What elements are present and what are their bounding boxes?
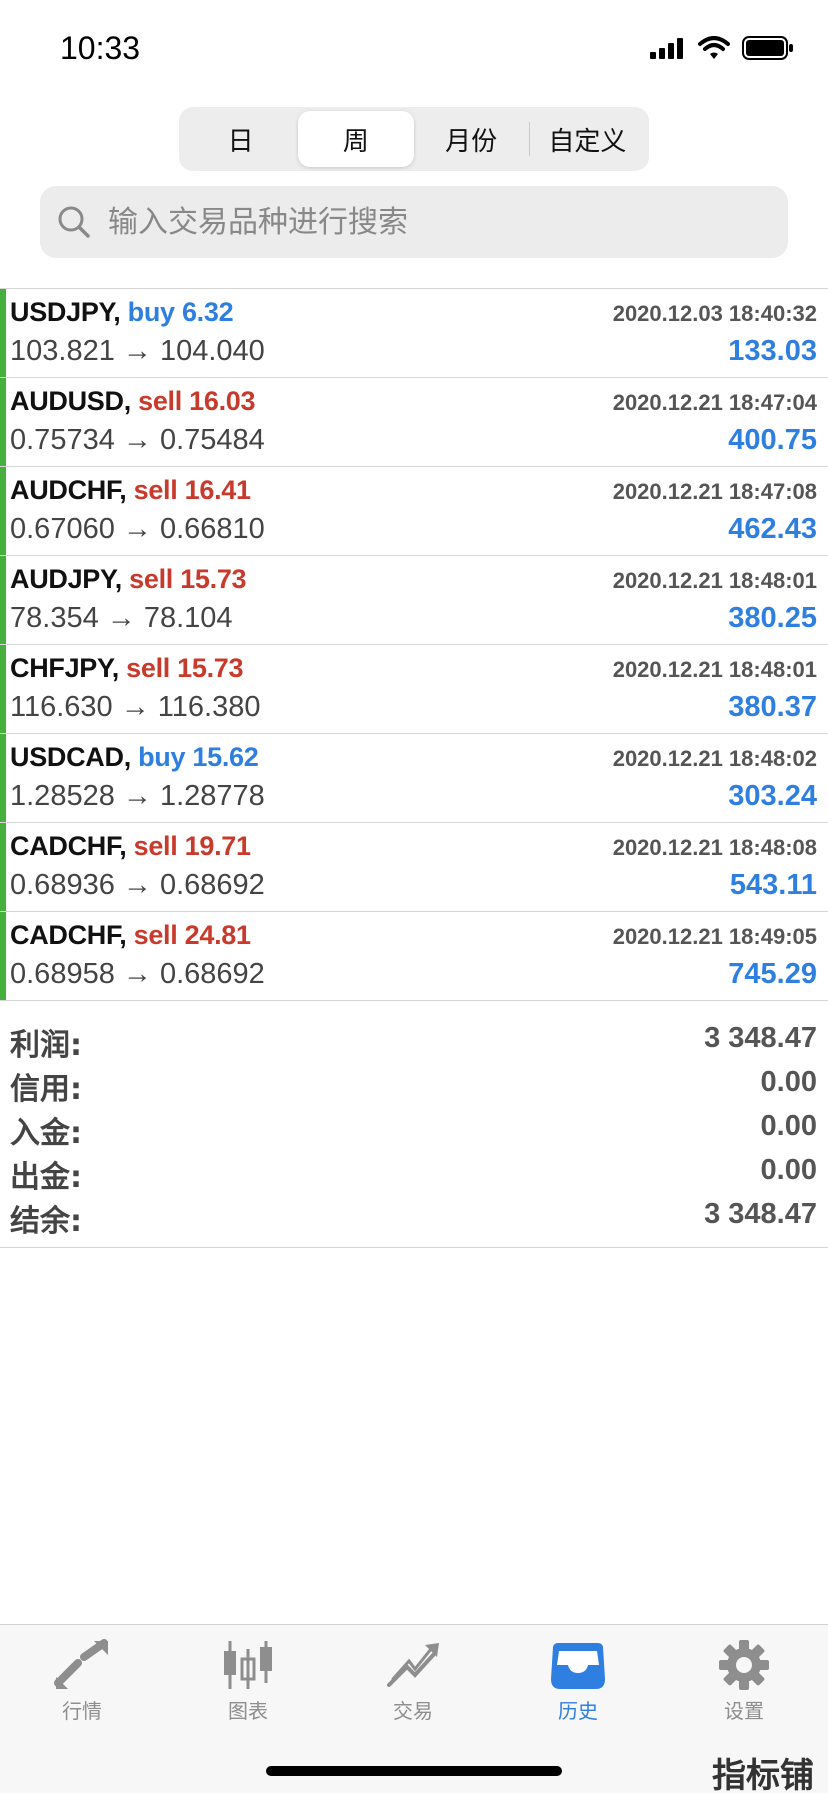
- tab-day[interactable]: 日: [183, 111, 298, 167]
- trade-profit: 380.37: [728, 691, 817, 723]
- trade-symbol: CADCHF,: [10, 831, 127, 861]
- tab-week[interactable]: 周: [298, 111, 414, 167]
- summary-row-balance: 结余: 3 348.47: [0, 1194, 828, 1239]
- history-inbox-icon: [551, 1643, 605, 1689]
- summary-row-deposit: 入金: 0.00: [0, 1106, 828, 1151]
- trade-row[interactable]: AUDCHF, sell 16.41 2020.12.21 18:47:08 0…: [0, 467, 828, 556]
- tab-label: 历史: [558, 1699, 598, 1723]
- trade-side-volume: sell 15.73: [126, 653, 244, 683]
- summary-value: 3 348.47: [704, 1198, 817, 1230]
- trade-symbol: USDCAD,: [10, 742, 131, 772]
- trade-row[interactable]: CADCHF, sell 19.71 2020.12.21 18:48:08 0…: [0, 823, 828, 912]
- trade-profit: 745.29: [728, 958, 817, 990]
- trade-symbol: AUDUSD,: [10, 386, 131, 416]
- tab-trade[interactable]: 交易: [358, 1639, 468, 1724]
- trade-prices: 78.354 → 78.104: [10, 602, 233, 634]
- tab-history[interactable]: 历史: [523, 1639, 633, 1724]
- search-bar[interactable]: [40, 186, 788, 258]
- trade-time: 2020.12.21 18:47:04: [612, 390, 817, 415]
- summary-row-profit: 利润: 3 348.47: [0, 1018, 828, 1063]
- gear-icon: [719, 1640, 769, 1690]
- trade-row[interactable]: AUDUSD, sell 16.03 2020.12.21 18:47:04 0…: [0, 378, 828, 467]
- trade-profit: 303.24: [728, 780, 817, 812]
- trade-row[interactable]: USDJPY, buy 6.32 2020.12.03 18:40:32 103…: [0, 289, 828, 378]
- trade-time: 2020.12.03 18:40:32: [612, 301, 817, 326]
- status-icons: [650, 36, 794, 60]
- summary-label: 信用:: [10, 1072, 82, 1107]
- home-indicator: [266, 1766, 562, 1776]
- trade-symbol: AUDJPY,: [10, 564, 122, 594]
- status-bar: 10:33: [0, 0, 828, 90]
- summary-label: 入金:: [10, 1116, 82, 1151]
- tab-settings[interactable]: 设置: [689, 1639, 799, 1724]
- trade-side-volume: sell 16.41: [133, 475, 251, 505]
- tab-quotes[interactable]: 行情: [27, 1639, 137, 1724]
- tab-custom[interactable]: 自定义: [530, 111, 645, 167]
- trade-prices: 0.68958 → 0.68692: [10, 958, 265, 990]
- trade-row[interactable]: USDCAD, buy 15.62 2020.12.21 18:48:02 1.…: [0, 734, 828, 823]
- trade-trend-icon: [387, 1643, 439, 1687]
- trade-row[interactable]: AUDJPY, sell 15.73 2020.12.21 18:48:01 7…: [0, 556, 828, 645]
- trade-time: 2020.12.21 18:47:08: [612, 479, 817, 504]
- search-input[interactable]: [106, 203, 788, 241]
- trade-profit: 380.25: [728, 602, 817, 634]
- summary-value: 3 348.47: [704, 1022, 817, 1054]
- account-summary: 利润: 3 348.47 信用: 0.00 入金: 0.00 出金: 0.00 …: [0, 1018, 828, 1248]
- trade-side-volume: sell 19.71: [133, 831, 251, 861]
- trade-side-volume: buy 15.62: [138, 742, 259, 772]
- trade-profit: 400.75: [728, 424, 817, 456]
- trade-profit: 133.03: [728, 335, 817, 367]
- tab-label: 设置: [724, 1699, 764, 1723]
- tab-label: 图表: [228, 1699, 268, 1723]
- trade-side-volume: buy 6.32: [127, 297, 234, 327]
- trade-time: 2020.12.21 18:48:02: [612, 746, 817, 771]
- trade-side-volume: sell 16.03: [138, 386, 256, 416]
- trade-time: 2020.12.21 18:48:01: [612, 568, 817, 593]
- trade-prices: 103.821 → 104.040: [10, 335, 265, 367]
- trade-profit: 543.11: [729, 869, 817, 901]
- summary-row-withdrawal: 出金: 0.00: [0, 1150, 828, 1195]
- summary-label: 利润:: [10, 1028, 82, 1063]
- trade-side-volume: sell 15.73: [129, 564, 247, 594]
- tab-label: 交易: [393, 1699, 433, 1723]
- trade-symbol: AUDCHF,: [10, 475, 127, 505]
- summary-value: 0.00: [760, 1110, 817, 1142]
- trade-prices: 0.75734 → 0.75484: [10, 424, 265, 456]
- trade-history-list: USDJPY, buy 6.32 2020.12.03 18:40:32 103…: [0, 288, 828, 1001]
- status-time: 10:33: [60, 30, 141, 66]
- trade-symbol: CADCHF,: [10, 920, 127, 950]
- tab-label: 行情: [62, 1699, 102, 1723]
- summary-label: 出金:: [10, 1160, 82, 1195]
- cellular-signal-icon: [650, 38, 683, 59]
- trade-time: 2020.12.21 18:48:01: [612, 657, 817, 682]
- wifi-icon: [698, 36, 730, 59]
- trade-prices: 116.630 → 116.380: [10, 691, 261, 723]
- trade-prices: 1.28528 → 1.28778: [10, 780, 265, 812]
- summary-value: 0.00: [760, 1154, 817, 1186]
- quotes-arrows-icon: [54, 1639, 108, 1689]
- battery-icon: [742, 36, 793, 60]
- trade-prices: 0.67060 → 0.66810: [10, 513, 265, 545]
- trade-time: 2020.12.21 18:49:05: [612, 924, 817, 949]
- period-segmented-control: 日 周 月份 自定义: [179, 107, 649, 171]
- trade-prices: 0.68936 → 0.68692: [10, 869, 265, 901]
- watermark-text: 指标铺: [712, 1756, 814, 1796]
- trade-row[interactable]: CHFJPY, sell 15.73 2020.12.21 18:48:01 1…: [0, 645, 828, 734]
- trade-profit: 462.43: [728, 513, 817, 545]
- trade-row[interactable]: CADCHF, sell 24.81 2020.12.21 18:49:05 0…: [0, 912, 828, 1001]
- tab-charts[interactable]: 图表: [193, 1639, 303, 1724]
- trade-symbol: CHFJPY,: [10, 653, 119, 683]
- trade-side-volume: sell 24.81: [133, 920, 251, 950]
- summary-row-credit: 信用: 0.00: [0, 1062, 828, 1107]
- summary-label: 结余:: [10, 1204, 82, 1239]
- search-icon: [58, 206, 90, 238]
- trade-symbol: USDJPY,: [10, 297, 121, 327]
- tab-month[interactable]: 月份: [414, 111, 529, 167]
- candlestick-chart-icon: [224, 1641, 272, 1689]
- trade-time: 2020.12.21 18:48:08: [612, 835, 817, 860]
- summary-value: 0.00: [760, 1066, 817, 1098]
